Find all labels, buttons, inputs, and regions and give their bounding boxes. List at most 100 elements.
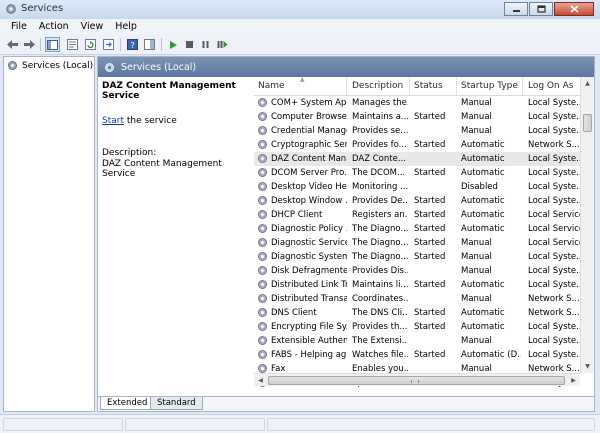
table-row[interactable]: Distributed Transa... Coordinates... Manua… <box>254 292 580 306</box>
selected-service-name: DAZ Content Management Service <box>102 81 236 101</box>
description-text: DAZ Content Management Service <box>102 159 222 179</box>
cell-startup: Automatic <box>461 168 505 178</box>
properties-button[interactable] <box>65 37 80 52</box>
tree-item-services-local[interactable]: Services (Local) <box>7 60 93 71</box>
restart-icon <box>217 41 228 48</box>
cell-description: Maintains li... <box>352 280 408 290</box>
cell-name: DCOM Server Pro... <box>271 168 347 178</box>
table-row[interactable]: DHCP Client Registers an... Started Automat… <box>254 208 580 222</box>
vertical-scroll-thumb[interactable] <box>583 114 592 132</box>
status-segment <box>3 418 123 431</box>
table-row[interactable]: Desktop Video Hel... Monitoring ... Disabl… <box>254 180 580 194</box>
cell-logon: Local Syste... <box>528 322 580 332</box>
scroll-left-arrow-icon[interactable]: ◀ <box>254 374 267 387</box>
table-row[interactable]: Disk Defragmenter Provides Dis... Manual Lo… <box>254 264 580 278</box>
cell-name: DNS Client <box>271 308 317 318</box>
scroll-right-arrow-icon[interactable]: ▶ <box>567 374 580 387</box>
column-header-startup-type[interactable]: Startup Type <box>461 81 518 91</box>
services-gear-icon <box>105 62 114 72</box>
status-segment <box>125 418 265 431</box>
cell-description: Monitoring ... <box>352 182 408 192</box>
column-header-status[interactable]: Status <box>414 81 443 91</box>
cell-description: Coordinates... <box>352 294 408 304</box>
horizontal-scrollbar[interactable]: ◀ ▶ <box>254 373 580 386</box>
cell-name: Credential Manager <box>271 126 347 136</box>
table-row[interactable]: Cryptographic Ser... Provides fo... Starte… <box>254 138 580 152</box>
table-row[interactable]: Distributed Link Tr... Maintains li... Sta… <box>254 278 580 292</box>
toolbar: ? <box>0 34 600 55</box>
restart-service-button[interactable] <box>215 37 230 52</box>
stop-service-button[interactable] <box>182 37 197 52</box>
cell-logon: Local Service <box>528 224 580 234</box>
cell-startup: Automatic <box>461 210 505 220</box>
service-gear-icon <box>258 294 267 303</box>
menu-action[interactable]: Action <box>33 21 75 32</box>
cell-description: Registers an... <box>352 210 408 220</box>
refresh-button[interactable] <box>83 37 98 52</box>
scroll-up-arrow-icon[interactable]: ▲ <box>581 77 594 90</box>
cell-status: Started <box>414 308 446 318</box>
table-row[interactable]: FABS - Helping ag... Watches file... Start… <box>254 348 580 362</box>
services-gear-icon <box>6 4 16 14</box>
export-list-button[interactable] <box>101 37 116 52</box>
cell-status: Started <box>414 168 446 178</box>
table-row[interactable]: Extensible Authen... The Extensi... Manual… <box>254 334 580 348</box>
show-hide-console-tree-button[interactable] <box>45 37 60 52</box>
tab-standard[interactable]: Standard <box>150 397 203 410</box>
pause-service-button[interactable] <box>198 37 213 52</box>
service-gear-icon <box>258 252 267 261</box>
cell-status: Started <box>414 210 446 220</box>
service-gear-icon <box>258 210 267 219</box>
cell-startup: Automatic <box>461 224 505 234</box>
minimize-button[interactable] <box>504 2 528 16</box>
cell-logon: Local Syste... <box>528 252 580 262</box>
cell-status: Started <box>414 350 446 360</box>
start-service-button[interactable] <box>166 37 181 52</box>
column-header-name[interactable]: Name <box>258 81 285 91</box>
tree-item-label: Services (Local) <box>22 60 94 71</box>
menu-file[interactable]: File <box>5 21 33 32</box>
back-arrow-icon <box>7 40 18 49</box>
table-row[interactable]: Diagnostic Service... The Diagno... Starte… <box>254 236 580 250</box>
cell-name: FABS - Helping ag... <box>271 350 347 360</box>
menu-bar: File Action View Help <box>0 19 600 34</box>
vertical-scrollbar[interactable]: ▲ ▼ <box>580 77 593 373</box>
action-pane-button[interactable] <box>142 37 157 52</box>
table-row[interactable]: Computer Browser Maintains a... Started Man… <box>254 110 580 124</box>
cell-name: Disk Defragmenter <box>271 266 347 276</box>
start-service-link[interactable]: Start <box>102 116 124 126</box>
cell-name: Desktop Window ... <box>271 196 347 206</box>
cell-status: Started <box>414 140 446 150</box>
cell-startup: Automatic (D... <box>461 350 521 360</box>
start-service-row: Start the service <box>102 116 252 126</box>
service-gear-icon <box>258 168 267 177</box>
help-button[interactable]: ? <box>125 37 140 52</box>
scroll-down-arrow-icon[interactable]: ▼ <box>581 360 594 373</box>
view-tabs: Extended Standard <box>98 396 594 411</box>
table-row[interactable]: DCOM Server Pro... The DCOM... Started Auto… <box>254 166 580 180</box>
table-row[interactable]: DAZ Content Man... DAZ Conte... Automatic L… <box>254 152 580 166</box>
horizontal-scroll-thumb[interactable] <box>268 376 565 385</box>
forward-button[interactable] <box>22 37 37 52</box>
table-row[interactable]: COM+ System Ap... Manages the... Manual Loc… <box>254 96 580 110</box>
services-gear-icon <box>8 61 17 70</box>
service-gear-icon <box>258 140 267 149</box>
table-row[interactable]: DNS Client The DNS Cli... Started Automatic… <box>254 306 580 320</box>
cell-logon: Network S... <box>528 140 580 150</box>
table-row[interactable]: Diagnostic System... The Diagno... Started… <box>254 250 580 264</box>
table-row[interactable]: Encrypting File Sy... Provides th... Start… <box>254 320 580 334</box>
column-header-description[interactable]: Description <box>352 81 403 91</box>
column-header-log-on-as[interactable]: Log On As <box>528 81 573 91</box>
export-list-icon <box>103 39 114 50</box>
tab-extended[interactable]: Extended <box>100 397 155 410</box>
menu-view[interactable]: View <box>75 21 110 32</box>
back-button[interactable] <box>5 37 20 52</box>
table-row[interactable]: Desktop Window ... Provides De... Started A… <box>254 194 580 208</box>
menu-help[interactable]: Help <box>109 21 143 32</box>
console-tree-icon <box>47 39 58 50</box>
table-row[interactable]: Credential Manager Provides se... Manual Lo… <box>254 124 580 138</box>
table-row[interactable]: Diagnostic Policy ... The Diagno... Starte… <box>254 222 580 236</box>
close-button[interactable] <box>554 2 594 16</box>
close-icon <box>569 5 579 13</box>
maximize-button[interactable] <box>529 2 553 16</box>
